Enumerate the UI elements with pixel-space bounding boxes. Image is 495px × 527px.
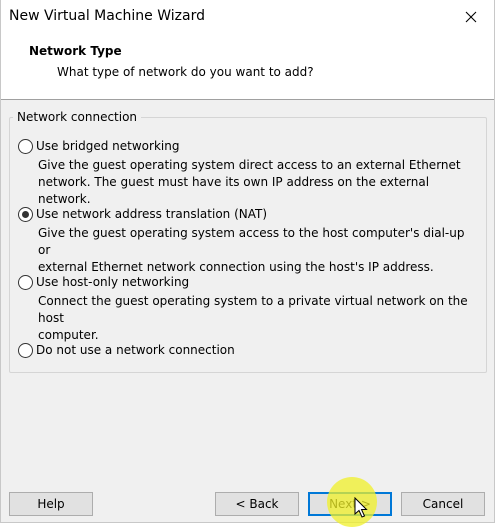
option-bridged-desc-line2: network. The guest must have its own IP … <box>38 175 430 206</box>
radio-host-only[interactable] <box>18 275 33 290</box>
option-bridged-label[interactable]: Use bridged networking <box>36 139 179 154</box>
option-host-only-desc-line2: computer. <box>38 328 99 342</box>
option-nat-desc-line2: external Ethernet network connection usi… <box>38 260 434 274</box>
cancel-button[interactable]: Cancel <box>401 492 485 516</box>
option-host-only-desc-line1: Connect the guest operating system to a … <box>38 294 468 325</box>
window-title: New Virtual Machine Wizard <box>9 8 205 24</box>
option-bridged-description: Give the guest operating system direct a… <box>38 157 478 208</box>
option-nat-label[interactable]: Use network address translation (NAT) <box>36 207 267 222</box>
wizard-header: Network Type What type of network do you… <box>1 33 494 100</box>
option-nat-desc-line1: Give the guest operating system access t… <box>38 226 465 257</box>
wizard-window: New Virtual Machine Wizard Network Type … <box>0 0 495 527</box>
next-button[interactable]: Next > <box>308 492 392 516</box>
option-host-only-description: Connect the guest operating system to a … <box>38 293 478 344</box>
close-icon <box>465 11 477 22</box>
option-no-network-label[interactable]: Do not use a network connection <box>36 343 235 358</box>
close-button[interactable] <box>448 0 494 33</box>
help-button[interactable]: Help <box>9 492 93 516</box>
radio-nat[interactable] <box>18 207 33 222</box>
page-title: Network Type <box>29 44 122 58</box>
radio-bridged[interactable] <box>18 139 33 154</box>
group-label: Network connection <box>13 110 142 124</box>
option-host-only-label[interactable]: Use host-only networking <box>36 275 189 290</box>
title-bar: New Virtual Machine Wizard <box>1 0 494 33</box>
option-bridged-desc-line1: Give the guest operating system direct a… <box>38 158 461 172</box>
option-nat-description: Give the guest operating system access t… <box>38 225 478 276</box>
back-button[interactable]: < Back <box>215 492 299 516</box>
radio-no-network[interactable] <box>18 343 33 358</box>
page-subtitle: What type of network do you want to add? <box>57 65 314 79</box>
